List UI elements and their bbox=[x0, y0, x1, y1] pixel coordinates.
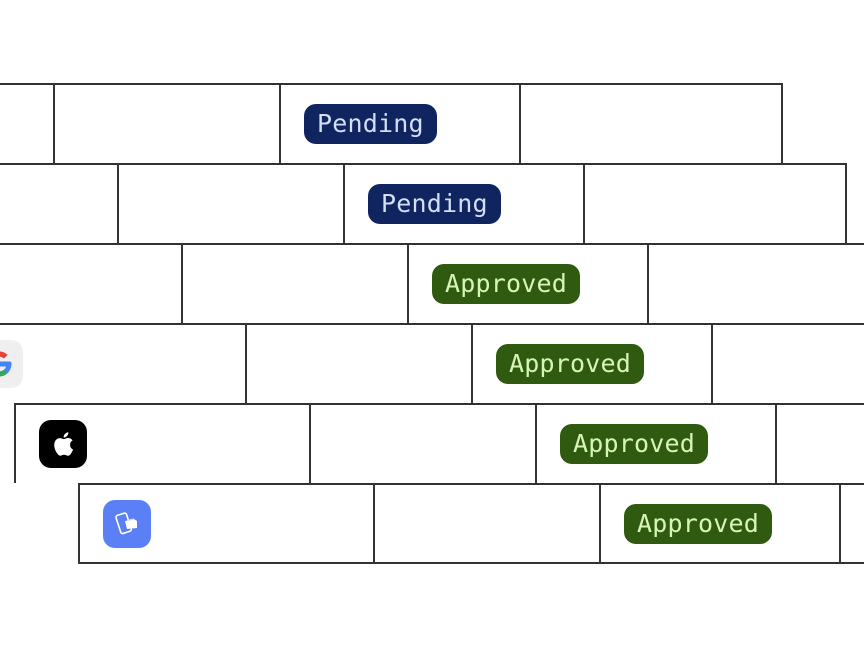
table-row[interactable]: Pending bbox=[0, 83, 783, 163]
table-row[interactable]: Approved bbox=[14, 403, 864, 483]
status-cell: Approved bbox=[599, 485, 839, 562]
table-row[interactable]: Approved bbox=[0, 243, 864, 323]
table-row[interactable]: Approved bbox=[0, 323, 864, 403]
table-row[interactable]: Pending bbox=[0, 163, 847, 243]
app-cell bbox=[14, 405, 309, 483]
status-badge: Pending bbox=[368, 184, 501, 224]
cell bbox=[309, 405, 535, 483]
cell bbox=[245, 325, 471, 403]
cell bbox=[117, 165, 343, 243]
cell bbox=[583, 165, 847, 243]
status-cell: Approved bbox=[535, 405, 775, 483]
cell bbox=[519, 85, 783, 163]
app-cell bbox=[0, 165, 117, 243]
google-icon bbox=[0, 340, 23, 388]
cell bbox=[647, 245, 864, 323]
cell bbox=[53, 85, 279, 163]
status-cell: Approved bbox=[471, 325, 711, 403]
status-badge: Pending bbox=[304, 104, 437, 144]
status-badge: Approved bbox=[496, 344, 645, 384]
cell bbox=[373, 485, 599, 562]
app-cell bbox=[0, 85, 53, 163]
cell bbox=[775, 405, 864, 483]
apple-icon bbox=[39, 420, 87, 468]
app-cell bbox=[78, 485, 373, 562]
table-row[interactable]: Approved bbox=[78, 483, 864, 564]
cell bbox=[711, 325, 864, 403]
app-cell bbox=[0, 325, 245, 403]
status-cell: Pending bbox=[279, 85, 519, 163]
status-badge: Approved bbox=[560, 424, 709, 464]
status-badge: Approved bbox=[624, 503, 773, 544]
status-badge: Approved bbox=[432, 264, 581, 304]
cell bbox=[839, 485, 864, 562]
mobile-payment-icon bbox=[103, 499, 151, 548]
cell bbox=[181, 245, 407, 323]
status-cell: Pending bbox=[343, 165, 583, 243]
status-cell: Approved bbox=[407, 245, 647, 323]
app-cell bbox=[0, 245, 181, 323]
